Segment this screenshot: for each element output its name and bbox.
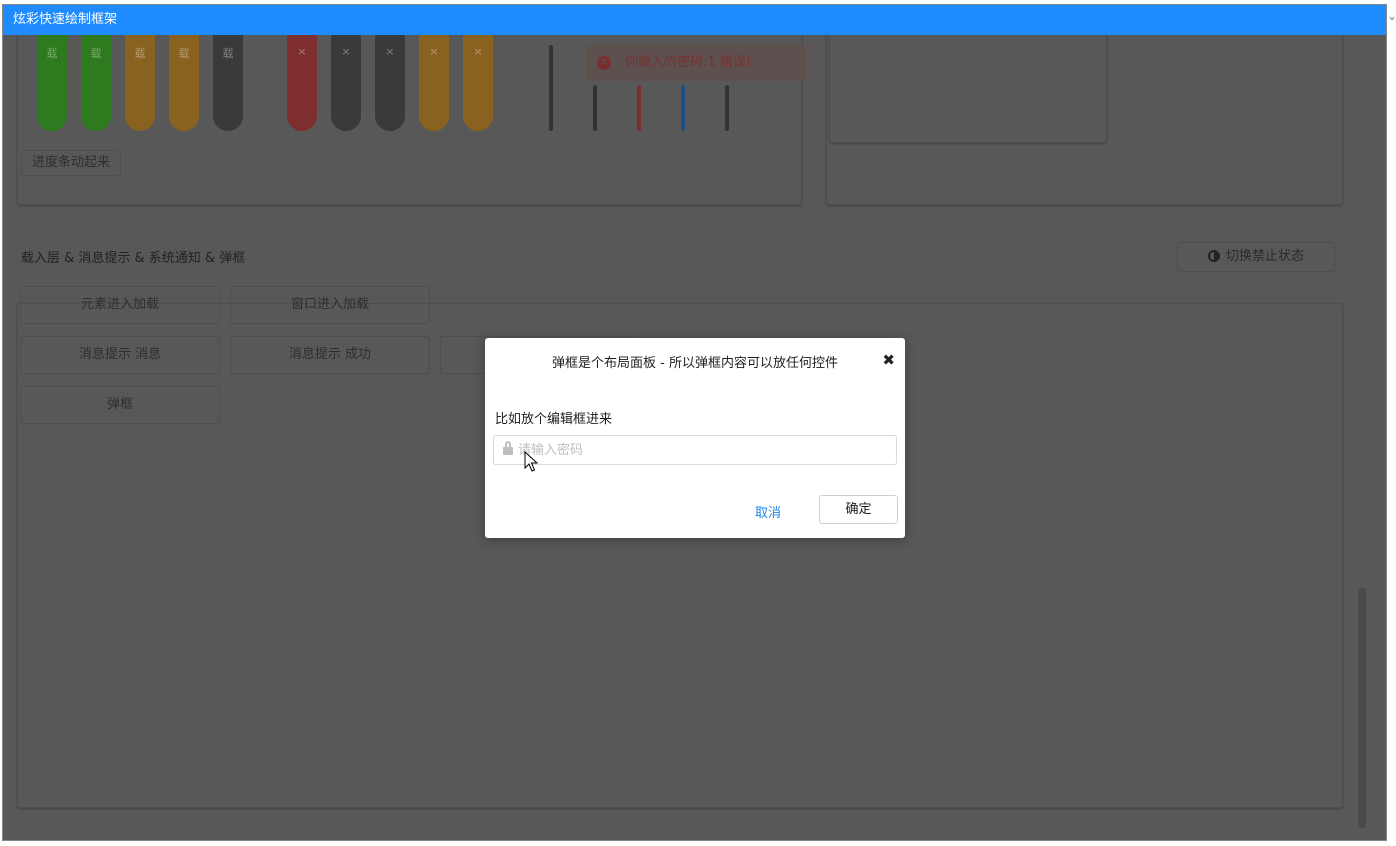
section-title: 载入层 & 消息提示 & 系统通知 & 弹框 — [21, 251, 246, 266]
password-field-wrapper — [493, 435, 897, 465]
message-info-button[interactable]: 消息提示 消息 — [20, 336, 220, 374]
progress-bar-vertical — [725, 85, 729, 131]
loading-pill[interactable]: 载 — [81, 35, 111, 131]
toggle-disabled-button[interactable]: 切换禁止状态 — [1177, 242, 1335, 272]
progress-bar-vertical — [549, 45, 553, 131]
dialog: 弹框是个布局面板 - 所以弹框内容可以放任何控件 ✖ 比如放个编辑框进来 取消 … — [485, 338, 905, 538]
dialog-title: 弹框是个布局面板 - 所以弹框内容可以放任何控件 — [552, 356, 838, 371]
window-loading-button[interactable]: 窗口进入加载 — [230, 286, 430, 324]
ok-button[interactable]: 确定 — [819, 495, 898, 524]
element-loading-button[interactable]: 元素进入加载 — [20, 286, 220, 324]
toggle-disabled-label: 切换禁止状态 — [1225, 249, 1304, 264]
password-input[interactable] — [518, 436, 888, 464]
close-icon[interactable]: ✖ — [882, 352, 895, 368]
close-pill[interactable]: × — [375, 35, 405, 131]
error-toast: ✕ 你输入的密码:1 错误! — [585, 45, 807, 81]
progress-bar-vertical — [593, 85, 597, 131]
window-titlebar: 炫彩快速绘制框架 — [3, 5, 1386, 35]
window-title: 炫彩快速绘制框架 — [13, 12, 118, 27]
cancel-button[interactable]: 取消 — [755, 502, 781, 521]
loading-pill[interactable]: 载 — [213, 35, 243, 131]
dialog-label: 比如放个编辑框进来 — [495, 412, 613, 427]
animate-progress-button[interactable]: 进度条动起来 — [21, 150, 121, 176]
demo-panel-top-right-inner — [829, 25, 1107, 143]
loading-pill[interactable]: 载 — [169, 35, 199, 131]
loading-pill[interactable]: 载 — [37, 35, 67, 131]
chevron-down-icon[interactable]: ⌄ — [1387, 9, 1396, 29]
app-window: 炫彩快速绘制框架 载 载 载 载 载 × × × × × ✕ 你输入的密码:1 … — [2, 4, 1387, 841]
progress-bar-vertical — [637, 85, 641, 131]
loading-pill[interactable]: 载 — [125, 35, 155, 131]
progress-bar-vertical — [681, 85, 685, 131]
error-icon: ✕ — [597, 56, 611, 70]
toast-text: 你输入的密码:1 错误! — [625, 55, 751, 70]
close-pill[interactable]: × — [287, 35, 317, 131]
close-pill[interactable]: × — [331, 35, 361, 131]
contrast-icon — [1207, 250, 1220, 262]
close-pill[interactable]: × — [419, 35, 449, 131]
scrollbar[interactable] — [1358, 588, 1366, 828]
dialog-button[interactable]: 弹框 — [20, 386, 220, 424]
close-pill[interactable]: × — [463, 35, 493, 131]
message-success-button[interactable]: 消息提示 成功 — [230, 336, 430, 374]
lock-icon — [503, 441, 513, 455]
mouse-cursor-icon — [524, 451, 538, 472]
